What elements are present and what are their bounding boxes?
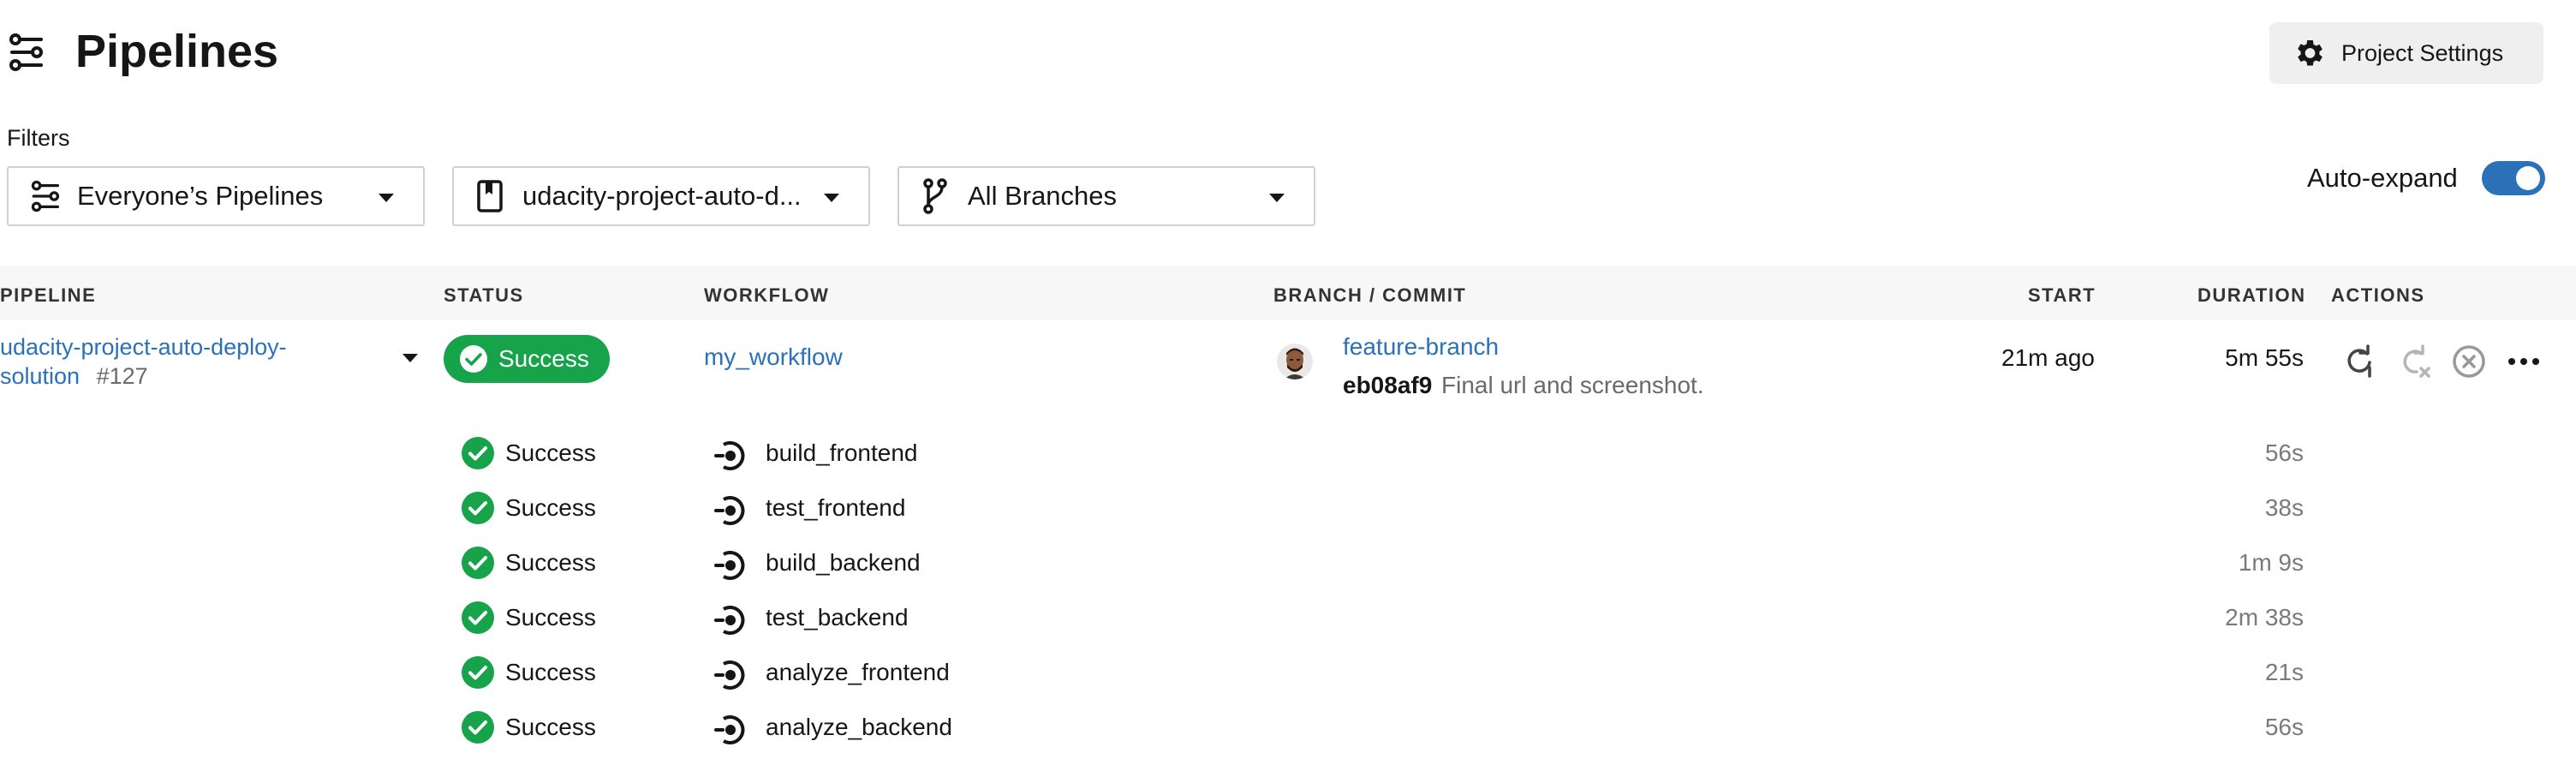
avatar — [1277, 344, 1313, 380]
project-settings-button[interactable]: Project Settings — [2269, 22, 2543, 84]
rerun-icon[interactable] — [2341, 344, 2377, 380]
job-status-text: Success — [505, 714, 596, 740]
commit-hash-link[interactable]: eb08af9 — [1343, 372, 1432, 399]
job-name-link[interactable]: analyze_backend — [766, 714, 952, 741]
job-name-link[interactable]: build_frontend — [766, 439, 917, 467]
branch-filter-value: All Branches — [968, 181, 1118, 211]
more-icon[interactable] — [2506, 344, 2542, 380]
column-workflow: WORKFLOW — [704, 284, 830, 306]
branch-filter-select[interactable]: All Branches — [897, 166, 1315, 226]
gear-icon — [2292, 36, 2326, 70]
job-duration: 2m 38s — [2225, 604, 2304, 631]
check-circle-icon — [461, 601, 495, 639]
pipeline-name-link[interactable]: udacity-project-auto-deploy- solution #1… — [0, 332, 360, 391]
branch-icon — [921, 177, 956, 215]
job-row[interactable]: Success analyze_frontend 21s — [0, 645, 2576, 700]
page-title: Pipelines — [75, 26, 279, 77]
job-name-link[interactable]: test_backend — [766, 604, 909, 631]
repo-icon — [476, 179, 510, 213]
check-circle-icon — [459, 344, 488, 374]
job-duration: 56s — [2264, 714, 2304, 740]
cancel-icon[interactable] — [2451, 344, 2487, 380]
auto-expand-toggle[interactable] — [2482, 161, 2545, 195]
job-status-text: Success — [505, 494, 596, 521]
job-duration: 1m 9s — [2238, 549, 2304, 576]
project-filter-value: udacity-project-auto-d... — [522, 181, 802, 211]
job-name-link[interactable]: test_frontend — [766, 494, 905, 522]
check-circle-icon — [461, 436, 495, 475]
auto-expand-label: Auto-expand — [2307, 163, 2458, 193]
check-circle-icon — [461, 546, 495, 584]
column-branch-commit: BRANCH / COMMIT — [1273, 284, 1467, 306]
job-row[interactable]: Success build_frontend 56s — [0, 426, 2576, 481]
job-duration: 21s — [2264, 659, 2304, 685]
check-circle-icon — [461, 710, 495, 749]
job-icon — [713, 602, 748, 642]
filters-label: Filters — [7, 125, 70, 151]
job-icon — [713, 657, 748, 697]
pipelines-filter-value: Everyone’s Pipelines — [77, 181, 324, 211]
workflow-link[interactable]: my_workflow — [704, 344, 843, 371]
rerun-failed-icon[interactable] — [2396, 344, 2432, 380]
column-pipeline: PIPELINE — [0, 284, 97, 306]
chevron-down-icon — [1269, 194, 1285, 202]
check-circle-icon — [461, 655, 495, 694]
job-status-text: Success — [505, 549, 596, 576]
job-icon — [713, 438, 748, 478]
pipeline-duration: 5m 55s — [2225, 344, 2304, 371]
chevron-down-icon — [824, 194, 839, 202]
pipelines-filter-select[interactable]: Everyone’s Pipelines — [7, 166, 425, 226]
job-name-link[interactable]: build_backend — [766, 549, 921, 577]
pipeline-start: 21m ago — [2001, 344, 2095, 371]
pipeline-number: #127 — [96, 363, 148, 389]
job-icon — [713, 547, 748, 588]
job-icon — [713, 712, 748, 752]
pipelines-filter-icon — [31, 180, 65, 212]
expand-chevron-icon[interactable] — [402, 354, 418, 362]
commit-message: Final url and screenshot. — [1441, 372, 1704, 398]
job-status-text: Success — [505, 439, 596, 466]
column-duration: DURATION — [2197, 284, 2306, 306]
column-actions: ACTIONS — [2331, 284, 2425, 306]
project-settings-label: Project Settings — [2341, 39, 2504, 66]
pipeline-status-text: Success — [498, 345, 589, 372]
job-row[interactable]: Success analyze_backend 56s — [0, 700, 2576, 755]
job-duration: 38s — [2264, 494, 2304, 521]
job-status-text: Success — [505, 604, 596, 631]
pipeline-name-line1: udacity-project-auto-deploy- — [0, 334, 287, 360]
pipeline-name-line2: solution — [0, 363, 80, 389]
column-status: STATUS — [444, 284, 524, 306]
pipelines-icon — [9, 33, 48, 72]
job-duration: 56s — [2264, 439, 2304, 466]
column-start: START — [2028, 284, 2096, 306]
job-row[interactable]: Success test_backend 2m 38s — [0, 590, 2576, 645]
job-icon — [713, 493, 748, 533]
job-row[interactable]: Success test_frontend 38s — [0, 481, 2576, 535]
check-circle-icon — [461, 491, 495, 529]
job-name-link[interactable]: analyze_frontend — [766, 659, 950, 686]
job-row[interactable]: Success build_backend 1m 9s — [0, 535, 2576, 590]
pipeline-status-badge[interactable]: Success — [444, 335, 610, 383]
project-filter-select[interactable]: udacity-project-auto-d... — [452, 166, 870, 226]
job-status-text: Success — [505, 659, 596, 685]
table-header: PIPELINE STATUS WORKFLOW BRANCH / COMMIT… — [0, 266, 2576, 320]
chevron-down-icon — [379, 194, 394, 202]
branch-link[interactable]: feature-branch — [1343, 333, 1499, 361]
